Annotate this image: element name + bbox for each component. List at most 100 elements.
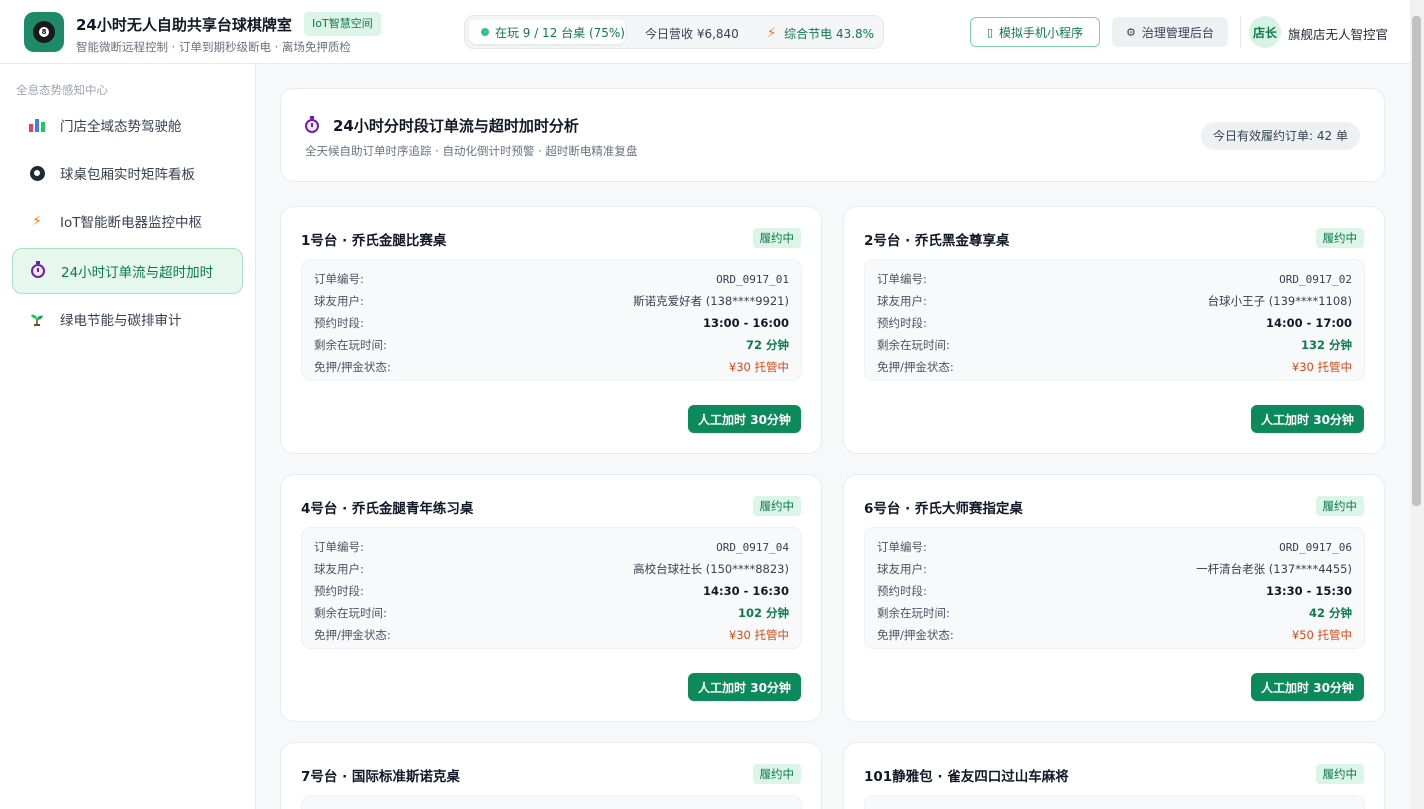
detail-label: 订单编号: [314,272,364,286]
sidebar-item-dashboard[interactable]: 门店全域态势驾驶舱 [12,102,243,148]
detail-row-deposit: 免押/押金状态: ¥30 托管中 [877,356,1352,378]
detail-label: 球友用户: [877,294,927,308]
today-orders-badge: 今日有效履约订单: 42 单 [1201,122,1360,150]
stats-pill: 在玩 9 / 12 台桌 (75%) 今日营收 ¥6,840 ⚡ 综合节电 43… [464,15,884,49]
status-badge: 履约中 [1315,228,1364,248]
detail-row-slot: 预约时段: 13:00 - 16:00 [314,312,789,334]
detail-label: 剩余在玩时间: [314,606,387,620]
remaining-value: 42 分钟 [1308,606,1352,620]
detail-row-user: 球友用户: 一杆清台老张 (137****4455) [877,558,1352,580]
stat-playing[interactable]: 在玩 9 / 12 台桌 (75%) [469,20,625,44]
lightning-icon: ⚡ [32,213,42,229]
add-time-button[interactable]: 人工加时 30分钟 [1251,405,1364,433]
detail-row-order-no: 订单编号: ORD_0917_04 [314,536,789,558]
mini-program-label: 模拟手机小程序 [999,25,1084,40]
detail-label: 预约时段: [877,316,927,330]
slot-value: 13:30 - 15:30 [1266,584,1352,598]
deposit-value: ¥30 托管中 [728,360,789,374]
order-number: ORD_0917_02 [1279,272,1352,286]
order-card: 2号台 · 乔氏黑金尊享桌 履约中 订单编号: ORD_0917_02 球友用户:… [843,206,1385,454]
status-badge: 履约中 [752,764,801,784]
detail-row-order-no: 订单编号: ORD_0917_02 [877,268,1352,290]
iot-badge: IoT智慧空间 [304,12,381,36]
order-details: 订单编号: ORD_0917_02 球友用户: 台球小王子 (139****1108… [864,259,1365,381]
card-title: 4号台 · 乔氏金腿青年练习桌 [301,501,474,517]
detail-label: 免押/押金状态: [877,628,954,642]
detail-row-user: 球友用户: 斯诺克爱好者 (138****9921) [314,290,789,312]
order-card: 7号台 · 国际标准斯诺克桌 履约中 [280,742,822,809]
sidebar-item-label: 门店全域态势驾驶舱 [60,119,182,135]
app-subtitle: 智能微断远程控制 · 订单到期秒级断电 · 离场免押质检 [76,40,351,54]
order-number: ORD_0917_01 [716,272,789,286]
detail-row-remaining: 剩余在玩时间: 132 分钟 [877,334,1352,356]
user-value: 台球小王子 (139****1108) [1207,294,1352,308]
status-badge: 履约中 [1315,496,1364,516]
detail-label: 球友用户: [314,562,364,576]
stat-revenue[interactable]: 今日营收 ¥6,840 [645,25,739,42]
card-title: 1号台 · 乔氏金腿比赛桌 [301,233,447,249]
order-details: 订单编号: ORD_0917_01 球友用户: 斯诺克爱好者 (138****992… [301,259,802,381]
admin-button[interactable]: ⚙ 治理管理后台 [1112,17,1228,47]
scrollbar-thumb[interactable] [1412,16,1421,506]
remaining-value: 72 分钟 [745,338,789,352]
detail-label: 订单编号: [877,540,927,554]
sidebar-item-iot-breaker[interactable]: ⚡ IoT智能断电器监控中枢 [12,198,243,244]
header-divider [1240,16,1241,48]
mini-program-button[interactable]: ▯ 模拟手机小程序 [970,17,1100,47]
detail-label: 剩余在玩时间: [314,338,387,352]
detail-row-slot: 预约时段: 14:30 - 16:30 [314,580,789,602]
slot-value: 14:00 - 17:00 [1266,316,1352,330]
add-time-button[interactable]: 人工加时 30分钟 [1251,673,1364,701]
detail-row-deposit: 免押/押金状态: ¥30 托管中 [314,624,789,646]
detail-label: 预约时段: [314,316,364,330]
order-details [864,795,1365,809]
detail-row-user: 球友用户: 高校台球社长 (150****8823) [314,558,789,580]
billiard-ball-icon [28,164,46,182]
slot-value: 13:00 - 16:00 [703,316,789,330]
order-details: 订单编号: ORD_0917_06 球友用户: 一杆清台老张 (137****445… [864,527,1365,649]
user-name[interactable]: 旗舰店无人智控官 [1288,24,1388,43]
add-time-button[interactable]: 人工加时 30分钟 [688,405,801,433]
sidebar-item-label: 球桌包厢实时矩阵看板 [60,167,195,183]
remaining-value: 102 分钟 [737,606,789,620]
detail-label: 免押/押金状态: [314,360,391,374]
detail-label: 预约时段: [314,584,364,598]
status-badge: 履约中 [1315,764,1364,784]
stat-energy-text: 综合节电 43.8% [784,27,875,41]
sidebar-heading: 全息态势感知中心 [16,83,108,97]
order-number: ORD_0917_04 [716,540,789,554]
order-card: 101静雅包 · 雀友四口过山车麻将 履约中 [843,742,1385,809]
stat-energy[interactable]: ⚡ 综合节电 43.8% [767,25,874,42]
detail-row-remaining: 剩余在玩时间: 42 分钟 [877,602,1352,624]
bar-chart-icon [28,116,46,134]
detail-row-slot: 预约时段: 13:30 - 15:30 [877,580,1352,602]
phone-icon: ▯ [986,25,994,39]
status-dot-icon [481,28,489,36]
detail-row-deposit: 免押/押金状态: ¥50 托管中 [877,624,1352,646]
app-logo: 8 [24,12,64,52]
avatar[interactable]: 店长 [1249,16,1281,48]
detail-label: 剩余在玩时间: [877,606,950,620]
detail-label: 免押/押金状态: [314,628,391,642]
sidebar-item-table-board[interactable]: 球桌包厢实时矩阵看板 [12,150,243,196]
sidebar: 全息态势感知中心 门店全域态势驾驶舱 球桌包厢实时矩阵看板 ⚡ IoT智能断电器… [0,64,256,809]
add-time-button[interactable]: 人工加时 30分钟 [688,673,801,701]
order-details [301,795,802,809]
detail-row-deposit: 免押/押金状态: ¥30 托管中 [314,356,789,378]
order-card: 6号台 · 乔氏大师赛指定桌 履约中 订单编号: ORD_0917_06 球友用户… [843,474,1385,722]
order-number: ORD_0917_06 [1279,540,1352,554]
sidebar-item-green-energy[interactable]: 绿电节能与碳排审计 [12,296,243,342]
lightning-icon: ⚡ [767,26,777,41]
detail-label: 球友用户: [877,562,927,576]
user-value: 一杆清台老张 (137****4455) [1196,562,1352,576]
stopwatch-icon [305,115,319,133]
order-card: 1号台 · 乔氏金腿比赛桌 履约中 订单编号: ORD_0917_01 球友用户:… [280,206,822,454]
status-badge: 履约中 [752,228,801,248]
stopwatch-icon [29,261,47,280]
seedling-icon [28,310,46,328]
detail-label: 订单编号: [877,272,927,286]
user-value: 斯诺克爱好者 (138****9921) [633,294,789,308]
user-value: 高校台球社长 (150****8823) [633,562,789,576]
top-bar: 8 24小时无人自助共享台球棋牌室 IoT智慧空间 智能微断远程控制 · 订单到… [0,0,1410,64]
sidebar-item-orders[interactable]: 24小时订单流与超时加时 [12,248,243,294]
